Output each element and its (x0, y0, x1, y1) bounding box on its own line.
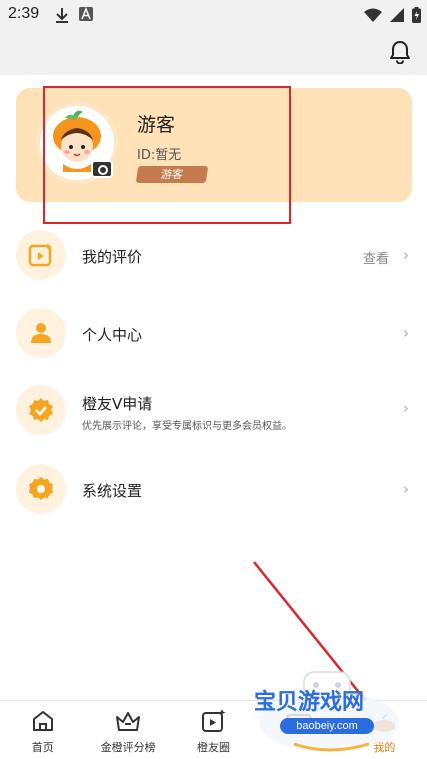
annotation-arrow (253, 561, 386, 728)
nav-label: 金橙评分榜 (100, 741, 156, 754)
watermark-url: baobeiy.com (280, 718, 374, 734)
watermark-logo: 宝贝游戏网 baobeiy.com (254, 664, 404, 756)
home-icon (32, 711, 53, 731)
nav-home[interactable]: 首页 (0, 701, 85, 759)
nav-ratings-rank[interactable]: 金橙评分榜 (85, 701, 170, 759)
nav-label: 橙友圈 (197, 741, 231, 754)
nav-community[interactable]: 橙友圈 (171, 701, 256, 759)
post-video-icon (201, 709, 226, 732)
watermark-title: 宝贝游戏网 (254, 690, 365, 715)
crown-icon (116, 712, 141, 731)
nav-label: 首页 (31, 741, 54, 754)
